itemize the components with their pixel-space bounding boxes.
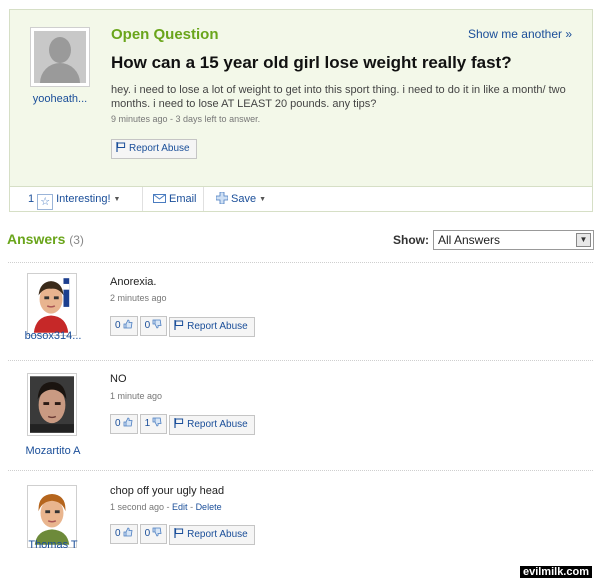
thumbs-up-button[interactable]: 0 <box>110 524 138 544</box>
star-icon: ☆ <box>37 194 54 210</box>
flag-icon <box>116 142 126 152</box>
answer-text: Anorexia. <box>110 276 157 288</box>
thumbs-up-icon <box>123 417 133 427</box>
show-filter-label: Show: <box>393 233 429 247</box>
flag-icon <box>174 418 184 428</box>
show-another-link[interactable]: Show me another » <box>468 27 572 41</box>
asker-avatar[interactable] <box>30 27 90 87</box>
question-title: How can a 15 year old girl lose weight r… <box>111 53 512 72</box>
interesting-button[interactable]: 1 ☆ Interesting! ▼ <box>24 187 124 211</box>
save-button[interactable]: Save ▼ <box>203 187 270 211</box>
chevron-down-icon[interactable]: ▼ <box>576 233 591 247</box>
chevron-down-icon: ▼ <box>259 196 267 203</box>
thumbs-down-button[interactable]: 0 <box>139 316 168 336</box>
report-abuse-button[interactable]: Report Abuse <box>169 525 255 545</box>
divider <box>8 360 593 361</box>
thumbs-down-icon <box>152 319 162 329</box>
answerer-avatar[interactable] <box>27 273 77 336</box>
answer-time-row: 1 second ago - Edit - Delete <box>110 502 222 512</box>
edit-link[interactable]: Edit <box>172 502 188 512</box>
question-status-label: Open Question <box>111 26 219 43</box>
answer-time: 2 minutes ago <box>110 293 167 303</box>
answer-text: NO <box>110 373 127 385</box>
star-count: 1 <box>28 193 35 205</box>
question-meta: 9 minutes ago - 3 days left to answer. <box>111 114 261 124</box>
question-actions-bar: 1 ☆ Interesting! ▼ Email Save ▼ <box>10 186 592 211</box>
thumbs-down-icon <box>152 527 162 537</box>
answers-count: (3) <box>69 233 84 247</box>
thumbs-up-button[interactable]: 0 <box>110 414 138 434</box>
thumbs-up-icon <box>123 527 133 537</box>
divider <box>8 262 593 263</box>
chevron-down-icon: ▼ <box>113 196 121 203</box>
watermark: evilmilk.com <box>519 566 592 578</box>
answerer-name[interactable]: Mozartito A <box>10 445 96 457</box>
avatar-image <box>30 488 74 545</box>
show-filter-select[interactable]: All Answers ▼ <box>433 230 594 250</box>
answerer-name[interactable]: Thomas T <box>10 539 96 551</box>
envelope-icon <box>153 194 166 203</box>
delete-link[interactable]: Delete <box>196 502 222 512</box>
divider <box>8 470 593 471</box>
answer-text: chop off your ugly head <box>110 485 225 497</box>
report-abuse-button[interactable]: Report Abuse <box>169 317 255 337</box>
answer-time: 1 second ago <box>110 502 165 512</box>
avatar-image <box>30 276 74 333</box>
answers-heading: Answers (3) <box>7 231 84 247</box>
answer-time: 1 minute ago <box>110 391 163 401</box>
thumbs-down-button[interactable]: 0 <box>139 524 168 544</box>
question-body: hey. i need to lose a lot of weight to g… <box>111 84 566 110</box>
flag-icon <box>174 528 184 538</box>
avatar-image <box>30 376 74 433</box>
thumbs-up-button[interactable]: 0 <box>110 316 138 336</box>
report-abuse-button[interactable]: Report Abuse <box>111 139 197 159</box>
report-abuse-button[interactable]: Report Abuse <box>169 415 255 435</box>
thumbs-up-icon <box>123 319 133 329</box>
plus-icon <box>215 191 229 205</box>
flag-icon <box>174 320 184 330</box>
question-box: yooheath... Open Question Show me anothe… <box>9 9 593 212</box>
answerer-name[interactable]: bosox314... <box>10 330 96 342</box>
answerer-avatar[interactable] <box>27 373 77 436</box>
email-button[interactable]: Email <box>142 187 201 211</box>
thumbs-down-button[interactable]: 1 <box>139 414 168 434</box>
thumbs-down-icon <box>152 417 162 427</box>
asker-name[interactable]: yooheath... <box>22 93 98 105</box>
